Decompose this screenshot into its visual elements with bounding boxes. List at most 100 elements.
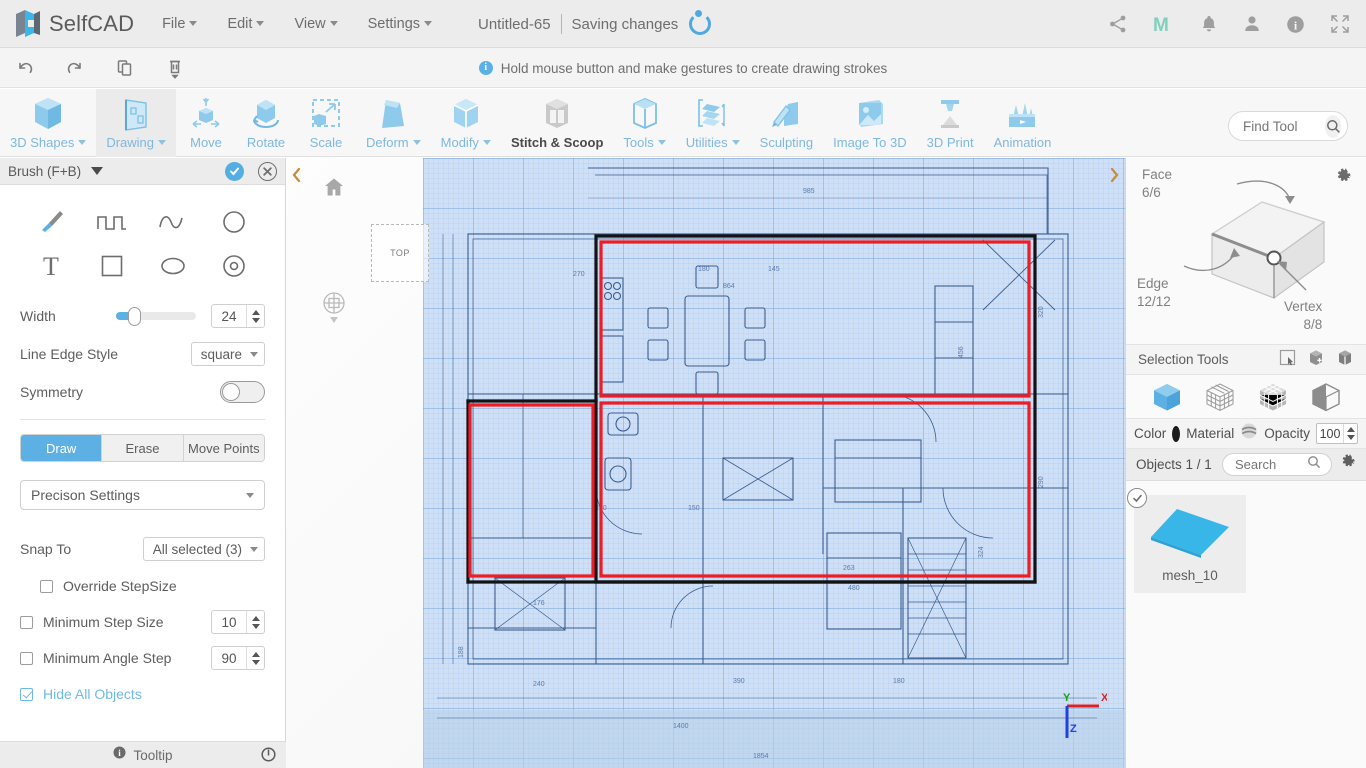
stepper-arrows[interactable] [246,611,264,633]
view-orientation-cube[interactable]: TOP [371,224,429,282]
override-stepsize-checkbox[interactable] [40,579,53,593]
object-selected-check-icon[interactable] [1127,488,1147,508]
collapse-right-panel-button[interactable] [1105,164,1123,186]
ribbon-scale[interactable]: Scale [296,89,356,157]
edge-mode-icon[interactable] [1310,382,1342,412]
redo-button[interactable] [50,48,100,88]
collapse-left-panel-button[interactable] [288,164,306,186]
stepper-arrows[interactable] [1343,424,1357,443]
ribbon-image-to-3d[interactable]: Image To 3D [823,89,916,157]
vertex-label: Vertex [1284,299,1323,314]
ribbon-3d-print[interactable]: 3D Print [917,89,984,157]
power-icon[interactable] [261,747,276,767]
face-mode-icon[interactable] [1257,382,1289,412]
ribbon-tools[interactable]: Tools [613,89,675,157]
ribbon-sculpting[interactable]: Sculpting [750,89,823,157]
polyline-icon[interactable] [89,203,135,241]
color-swatch[interactable] [1172,425,1181,442]
snap-to-select[interactable]: All selected (3) [142,537,265,561]
object-mode-icon[interactable] [1151,382,1183,412]
subtract-select-icon[interactable] [1337,349,1354,371]
ribbon-drawing[interactable]: Drawing [96,89,177,157]
home-view-icon[interactable] [323,176,345,203]
undo-button[interactable] [0,48,50,88]
menu-file[interactable]: File [162,16,198,32]
confirm-check-icon[interactable] [225,161,244,181]
ribbon-stitch-and-scoop[interactable]: Stitch & Scoop [501,89,613,157]
opacity-label: Opacity [1264,426,1310,441]
symmetry-toggle[interactable] [220,381,265,403]
menu-edit[interactable]: Edit [227,16,265,32]
stepper-arrows[interactable] [246,305,264,327]
fullscreen-icon[interactable] [1330,14,1350,34]
copy-button[interactable] [100,48,150,88]
svg-text:176: 176 [533,600,545,607]
color-label: Color [1134,426,1167,441]
menu-view[interactable]: View [294,15,338,32]
info-icon: i [113,746,126,764]
search-icon[interactable] [1325,114,1341,138]
mode-draw-button[interactable]: Draw [21,435,103,461]
delete-button[interactable] [150,48,200,88]
opacity-stepper[interactable] [1316,423,1358,444]
ribbon-utilities[interactable]: Utilities [676,89,750,157]
chevron-down-icon[interactable] [91,167,104,175]
ribbon-label: 3D Shapes [10,135,75,150]
view-presets-icon[interactable] [322,291,346,330]
concentric-circle-icon[interactable] [211,247,257,285]
chevron-down-icon [424,21,433,26]
document-title[interactable]: Untitled-65 [478,16,551,33]
minimum-step-size-checkbox[interactable] [20,615,33,629]
ellipse-icon[interactable] [150,247,196,285]
minimum-angle-step-checkbox[interactable] [20,651,33,665]
tooltip-bar: i Tooltip [0,741,286,768]
brush-icon[interactable] [28,203,74,241]
minimum-angle-step-stepper[interactable] [211,646,265,670]
circle-outline-icon[interactable] [211,203,257,241]
material-sphere-icon[interactable] [1240,422,1258,445]
ribbon-modify[interactable]: Modify [431,89,501,157]
ribbon-rotate[interactable]: Rotate [236,89,296,157]
info-icon[interactable]: i [1286,15,1305,34]
text-icon[interactable]: T [28,247,74,285]
add-select-icon[interactable] [1308,349,1325,371]
minimum-step-size-stepper[interactable] [211,610,265,634]
precision-settings-select[interactable]: Precison Settings [20,480,265,510]
width-stepper[interactable] [211,304,265,328]
ribbon-label: Image To 3D [833,135,907,150]
find-tool-search[interactable] [1228,111,1348,141]
mode-erase-button[interactable]: Erase [102,435,184,461]
viewport-3d[interactable]: TOP 270 180 145 864 985 290 150 176 240 … [286,158,1125,768]
objects-search-input[interactable] [1235,457,1307,472]
share-icon[interactable] [1108,14,1128,34]
width-input[interactable] [212,308,246,324]
objects-search[interactable] [1222,453,1332,476]
ribbon-move[interactable]: Move [176,89,236,157]
object-card-mesh-10[interactable]: mesh_10 [1127,488,1246,593]
objects-settings-gear-icon[interactable] [1340,454,1356,475]
freehand-curve-icon[interactable] [150,203,196,241]
rectangle-icon[interactable] [89,247,135,285]
mode-move-points-button[interactable]: Move Points [183,435,264,461]
cancel-x-icon[interactable] [258,161,277,181]
minimum-step-size-input[interactable] [212,614,246,630]
width-slider[interactable] [115,307,196,326]
find-tool-input[interactable] [1243,118,1319,134]
menu-view-label: View [294,15,326,32]
ribbon-animation[interactable]: Animation [984,89,1062,157]
vertex-mode-icon[interactable] [1204,382,1236,412]
ribbon-3d-shapes[interactable]: 3D Shapes [0,89,96,157]
user-icon[interactable] [1243,14,1261,34]
opacity-input[interactable] [1317,426,1343,441]
bell-icon[interactable] [1200,14,1218,34]
minimum-angle-step-input[interactable] [212,650,246,666]
stepper-arrows[interactable] [246,647,264,669]
mailchimp-m-icon[interactable]: M [1153,14,1175,34]
hide-all-objects-checkbox[interactable] [20,687,33,701]
line-edge-style-select[interactable]: square [190,342,265,366]
search-icon[interactable] [1307,455,1321,474]
menu-settings[interactable]: Settings [368,16,433,32]
rect-select-icon[interactable] [1279,349,1296,371]
ribbon-deform[interactable]: Deform [356,89,431,157]
slider-handle[interactable] [127,307,141,326]
